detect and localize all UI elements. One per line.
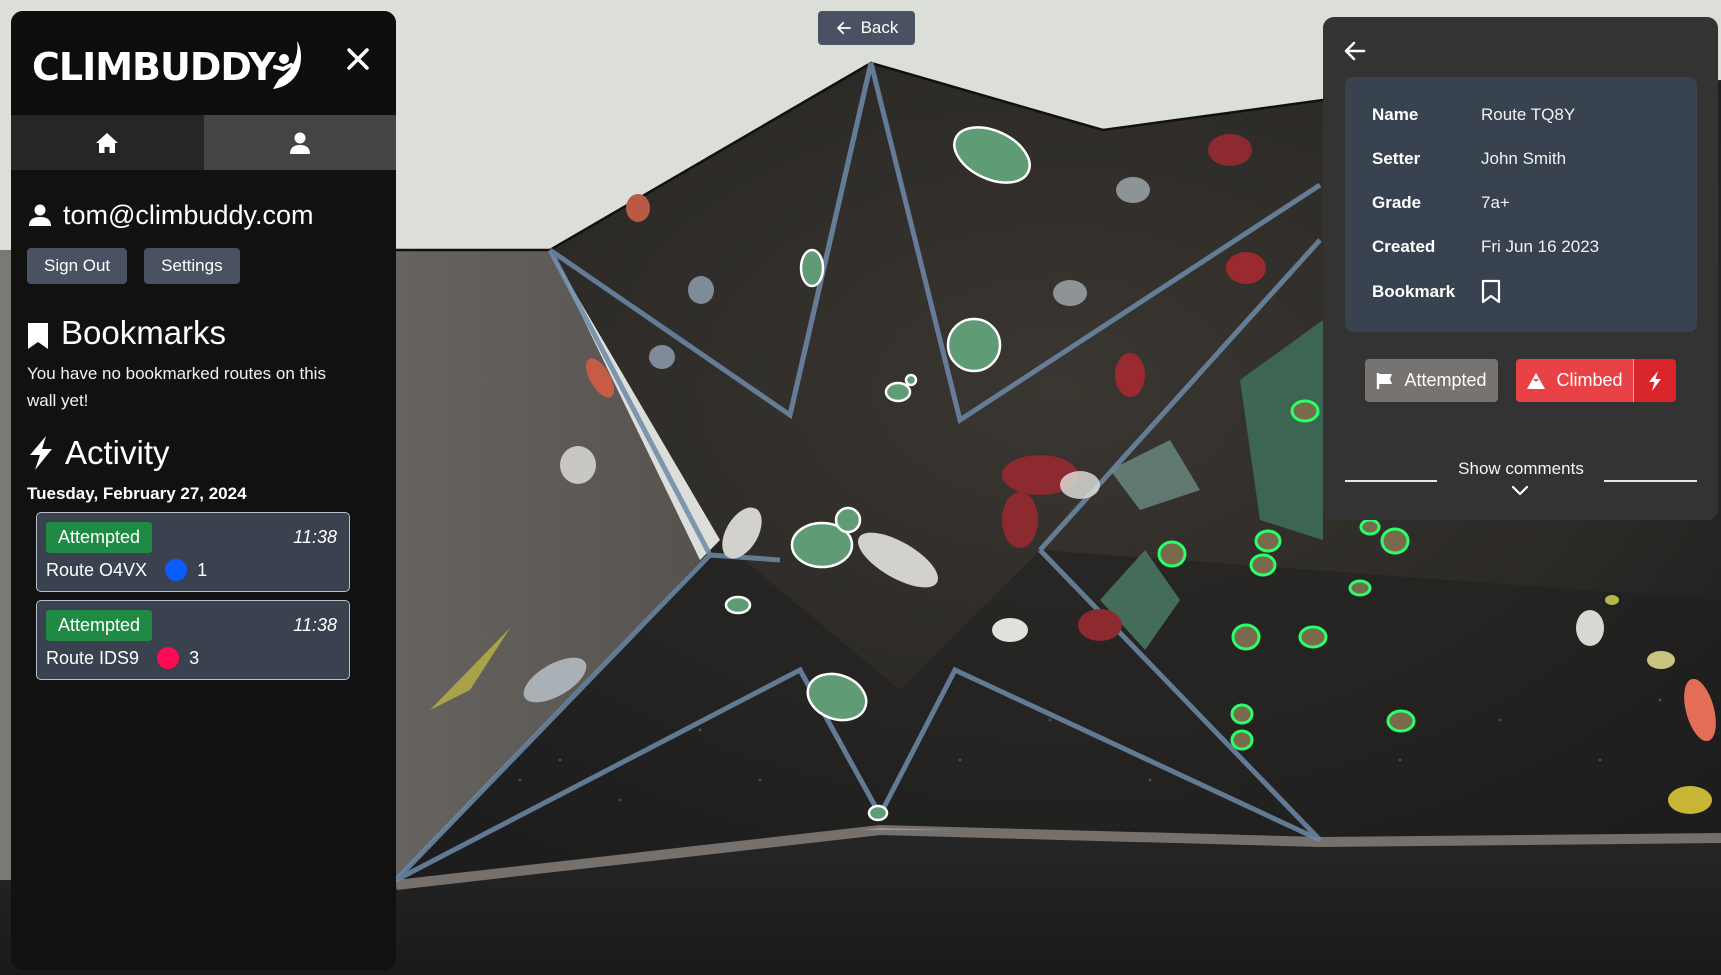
status-badge: Attempted [46, 522, 153, 553]
info-label: Grade [1372, 193, 1422, 212]
flash-button[interactable] [1634, 359, 1676, 402]
show-comments-toggle[interactable]: Show comments [1345, 437, 1697, 497]
route-info-card: Name Route TQ8Y Setter John Smith Grade … [1345, 77, 1697, 332]
activity-date: Tuesday, February 27, 2024 [27, 484, 247, 503]
activity-item[interactable]: Attempted 11:38 Route IDS9 3 [36, 600, 350, 680]
user-icon [29, 204, 51, 226]
back-button[interactable]: Back [818, 11, 915, 45]
arrow-left-icon [836, 21, 851, 35]
info-label: Name [1372, 105, 1419, 124]
sign-out-button[interactable]: Sign Out [27, 248, 128, 284]
user-info: tom@climbuddy.com [27, 198, 380, 232]
attempt-count: 1 [197, 559, 208, 580]
info-label: Setter [1372, 149, 1421, 168]
route-created-value: Fri Jun 16 2023 [1481, 237, 1600, 256]
climbed-split-button: Climbed [1516, 359, 1676, 402]
route-name-row: Name Route TQ8Y [1372, 105, 1575, 125]
climbed-label: Climbed [1556, 370, 1623, 390]
show-comments-label: Show comments [1458, 459, 1584, 478]
divider [1345, 480, 1437, 482]
route-created-row: Created Fri Jun 16 2023 [1372, 237, 1599, 257]
activity-time: 11:38 [293, 615, 337, 635]
attempted-label: Attempted [1404, 370, 1487, 390]
route-actions: Attempted Climbed [1365, 359, 1676, 402]
route-color-dot [157, 647, 180, 669]
sidebar-tabs [11, 115, 396, 170]
panel-back-button[interactable] [1343, 39, 1367, 63]
home-icon [96, 132, 119, 153]
route-name-value: Route TQ8Y [1481, 105, 1576, 124]
bookmarks-empty-message: You have no bookmarked routes on this wa… [27, 364, 326, 410]
activity-heading: Activity [27, 434, 380, 472]
climbed-button[interactable]: Climbed [1516, 359, 1634, 402]
activity-title: Activity [65, 434, 170, 471]
route-grade-row: Grade 7a+ [1372, 193, 1510, 213]
back-button-label: Back [860, 18, 899, 37]
route-setter-row: Setter John Smith [1372, 149, 1566, 169]
sidebar: CLIMBUDDY tom@climbuddy.com Sign Out Set… [11, 11, 396, 970]
mountain-icon [1527, 372, 1546, 389]
bookmark-outline-icon [1481, 279, 1501, 304]
bookmark-icon [28, 323, 48, 349]
brand-name: CLIMBUDDY [32, 45, 276, 89]
status-badge: Attempted [46, 610, 153, 641]
tab-home[interactable] [11, 115, 204, 170]
bookmarks-heading: Bookmarks [27, 314, 380, 352]
route-name: Route IDS9 [46, 647, 140, 668]
lightning-icon [1649, 370, 1661, 391]
close-sidebar-button[interactable] [344, 45, 372, 73]
route-detail-panel: Name Route TQ8Y Setter John Smith Grade … [1323, 17, 1718, 520]
activity-time: 11:38 [293, 527, 337, 547]
route-grade-value: 7a+ [1481, 193, 1510, 212]
bookmarks-title: Bookmarks [61, 314, 227, 351]
attempted-button[interactable]: Attempted [1365, 359, 1498, 402]
route-setter-value: John Smith [1481, 149, 1567, 168]
route-bookmark-row: Bookmark [1372, 279, 1501, 304]
flag-icon [1377, 372, 1393, 389]
lightning-icon [30, 436, 52, 470]
user-icon [289, 132, 310, 154]
info-label: Bookmark [1372, 281, 1456, 301]
attempt-count: 3 [189, 647, 200, 668]
activity-item[interactable]: Attempted 11:38 Route O4VX 1 [36, 512, 350, 592]
sidebar-header: CLIMBUDDY [11, 11, 396, 115]
tab-profile[interactable] [203, 115, 396, 170]
user-email: tom@climbuddy.com [63, 199, 314, 230]
settings-button[interactable]: Settings [144, 248, 240, 284]
route-color-dot [165, 559, 188, 581]
route-name: Route O4VX [46, 559, 148, 580]
close-icon [347, 48, 369, 70]
arrow-left-icon [1344, 41, 1366, 61]
climber-logo-icon [272, 41, 301, 89]
bookmark-toggle[interactable] [1481, 279, 1501, 304]
divider [1604, 480, 1697, 482]
chevron-down-icon [1511, 485, 1529, 496]
brand-logo: CLIMBUDDY [32, 39, 305, 89]
info-label: Created [1372, 237, 1436, 256]
activity-list: Attempted 11:38 Route O4VX 1 Attempted 1… [27, 512, 380, 680]
